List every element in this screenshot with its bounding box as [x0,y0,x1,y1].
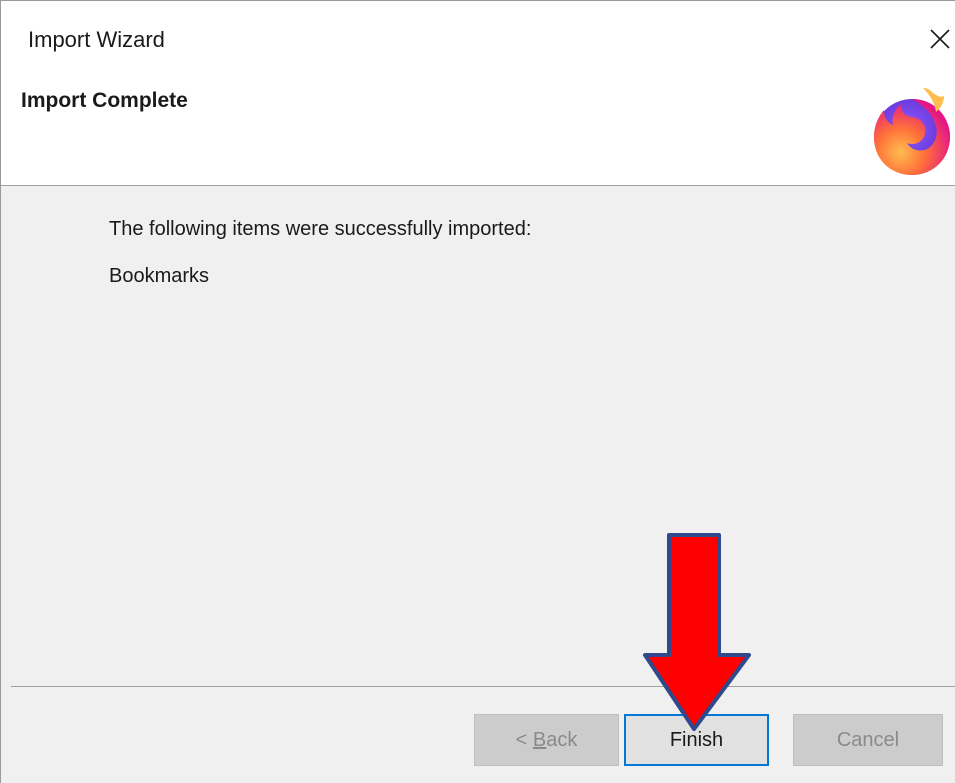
close-icon [930,29,950,49]
wizard-header: Import Complete [1,77,955,186]
firefox-logo-icon [865,82,955,177]
back-button-mnemonic: B [532,728,547,751]
wizard-content: The following items were successfully im… [1,186,955,683]
title-bar: Import Wizard [1,1,955,77]
close-button[interactable] [925,19,955,59]
back-button-rest: ack [546,728,578,751]
finish-button-label: Finish [669,728,724,751]
back-button[interactable]: < Back [474,714,619,766]
page-title: Import Complete [21,89,188,112]
window-title: Import Wizard [28,27,165,52]
import-success-message: The following items were successfully im… [109,218,532,240]
import-wizard-window: Import Wizard Import Complete The follow… [0,0,955,783]
back-button-prefix: < [515,728,533,751]
cancel-button[interactable]: Cancel [793,714,943,766]
footer-divider [11,686,955,687]
cancel-button-label: Cancel [836,728,900,751]
imported-item-bookmarks: Bookmarks [109,265,210,287]
finish-button[interactable]: Finish [624,714,769,766]
